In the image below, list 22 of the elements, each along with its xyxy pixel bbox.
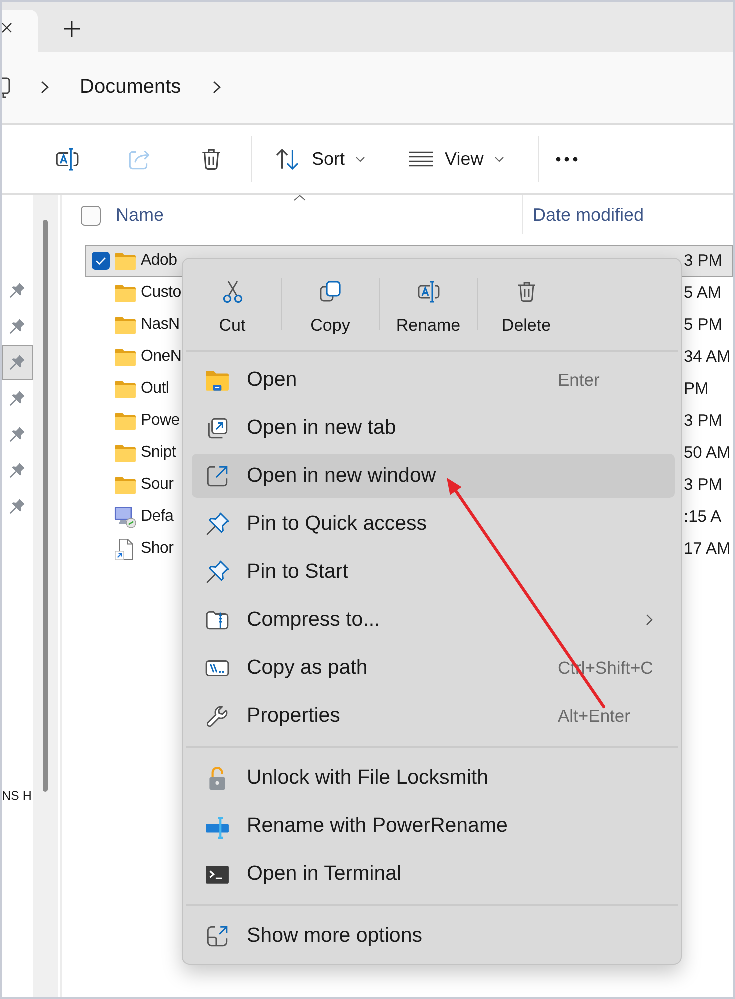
file-name: Snipt bbox=[141, 444, 176, 462]
date-modified-cell: 5 PM bbox=[684, 316, 723, 334]
date-modified-cell: 5 AM bbox=[684, 284, 722, 302]
date-modified-cell: 50 AM bbox=[684, 444, 731, 462]
date-modified-cell: 3 PM bbox=[684, 476, 723, 494]
file-name: OneN bbox=[141, 348, 182, 366]
file-name: Powe bbox=[141, 412, 180, 430]
file-name: NasN bbox=[141, 316, 180, 334]
file-name: Custo bbox=[141, 284, 182, 302]
file-name: Outl bbox=[141, 380, 170, 398]
shortcut-hint: Alt+Enter bbox=[558, 706, 630, 726]
date-modified-cell: PM bbox=[684, 380, 709, 398]
file-name: Defa bbox=[141, 508, 174, 526]
date-modified-cell: :15 A bbox=[684, 508, 722, 526]
date-modified-cell: 3 PM bbox=[684, 252, 723, 270]
date-modified-cell: 17 AM bbox=[684, 540, 731, 558]
date-modified-cell: 34 AM bbox=[684, 348, 731, 366]
file-name: Adob bbox=[141, 252, 178, 270]
date-modified-cell: 3 PM bbox=[684, 412, 723, 430]
file-name: Sour bbox=[141, 476, 174, 494]
shortcut-hint: Enter bbox=[558, 370, 600, 390]
file-name: Shor bbox=[141, 540, 174, 558]
